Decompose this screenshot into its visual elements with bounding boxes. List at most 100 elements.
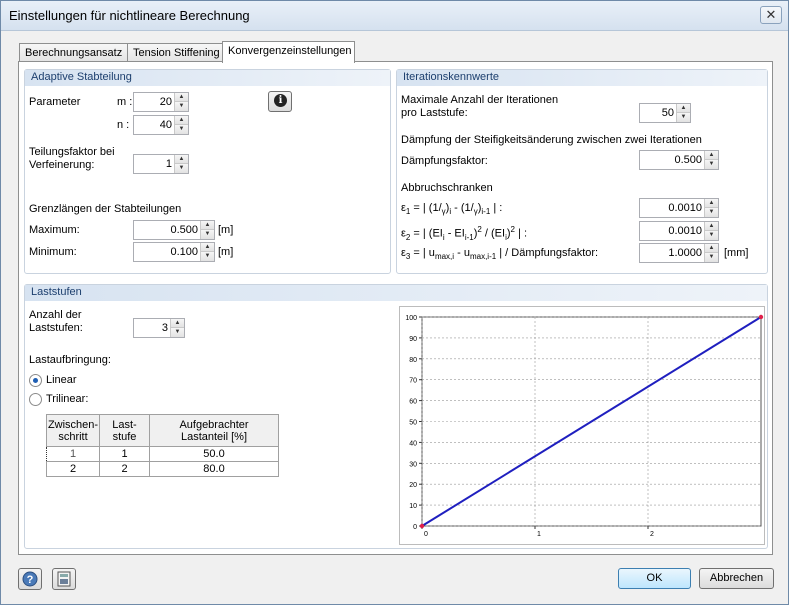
- eps3-value: 1.0000: [668, 247, 702, 259]
- spin-up-icon[interactable]: ▲: [175, 93, 188, 102]
- spin-up-icon[interactable]: ▲: [201, 221, 214, 230]
- trilinear-label[interactable]: Trilinear:: [46, 393, 88, 405]
- dialog-window: Einstellungen für nichtlineare Berechnun…: [0, 0, 789, 605]
- table-row[interactable]: 2 2 80.0: [46, 461, 279, 477]
- tab-panel-konvergenz: Adaptive Stabteilung Parameter m : 20 ▲ ▼…: [18, 61, 773, 555]
- application-label: Lastaufbringung:: [29, 354, 111, 366]
- spin-up-icon[interactable]: ▲: [705, 199, 718, 208]
- damping-title: Dämpfung der Steifigkeitsänderung zwisch…: [401, 134, 702, 146]
- tab-tension-stiffening[interactable]: Tension Stiffening: [127, 43, 223, 62]
- spin-down-icon[interactable]: ▼: [201, 230, 214, 239]
- load-diagram-frame: 0 10 20 30 40 50 60 70 80 90 100 0 1 2: [399, 306, 765, 545]
- min-label: Minimum:: [29, 246, 77, 258]
- y-tick-label: 90: [409, 336, 417, 343]
- tab-konvergenzeinstellungen[interactable]: Konvergenzeinstellungen: [222, 41, 355, 63]
- window-title: Einstellungen für nichtlineare Berechnun…: [9, 8, 250, 23]
- count-label-1: Anzahl der: [29, 309, 82, 321]
- n-spinner[interactable]: 40 ▲ ▼: [133, 115, 189, 135]
- spin-down-icon[interactable]: ▼: [175, 164, 188, 173]
- spin-up-icon[interactable]: ▲: [175, 116, 188, 125]
- max-iter-spinner[interactable]: 50 ▲ ▼: [639, 103, 691, 123]
- column-header: Aufgebrachter Lastanteil [%]: [149, 414, 279, 447]
- y-tick-label: 0: [413, 524, 417, 531]
- load-steps-table: Zwischen- schritt Last- stufe Aufgebrach…: [46, 414, 279, 477]
- spin-up-icon[interactable]: ▲: [171, 319, 184, 328]
- y-tick-label: 30: [409, 461, 417, 468]
- spin-down-icon[interactable]: ▼: [175, 125, 188, 134]
- spin-down-icon[interactable]: ▼: [705, 253, 718, 262]
- min-value: 0.100: [170, 246, 198, 258]
- limits-title: Grenzlängen der Stabteilungen: [29, 203, 182, 215]
- group-iterationskennwerte: Iterationskennwerte Maximale Anzahl der …: [396, 69, 768, 274]
- x-tick-label: 0: [424, 531, 428, 538]
- table-cell[interactable]: 1: [99, 446, 150, 462]
- spin-up-icon[interactable]: ▲: [705, 151, 718, 160]
- eps2-formula: ε2 = | (EIi - EIi-1)2 / (EIi)2 | :: [401, 225, 528, 242]
- spin-down-icon[interactable]: ▼: [201, 252, 214, 261]
- cancel-button[interactable]: Abbrechen: [699, 568, 774, 589]
- group-laststufen: Laststufen Anzahl der Laststufen: 3 ▲ ▼ L…: [24, 284, 768, 549]
- spin-down-icon[interactable]: ▼: [705, 231, 718, 240]
- linear-label[interactable]: Linear: [46, 374, 77, 386]
- column-header: Last- stufe: [99, 414, 150, 447]
- data-point: [419, 523, 425, 529]
- group-title: Laststufen: [25, 285, 767, 301]
- group-title: Iterationskennwerte: [397, 70, 767, 86]
- y-tick-label: 50: [409, 420, 417, 427]
- max-iter-label-1: Maximale Anzahl der Iterationen: [401, 94, 559, 106]
- spin-up-icon[interactable]: ▲: [705, 222, 718, 231]
- criteria-title: Abbruchschranken: [401, 182, 493, 194]
- eps2-spinner[interactable]: 0.0010 ▲ ▼: [639, 221, 719, 241]
- min-unit: [m]: [218, 246, 234, 258]
- spin-down-icon[interactable]: ▼: [705, 160, 718, 169]
- factor-value: 1: [165, 158, 172, 170]
- table-row[interactable]: 1 1 50.0: [46, 446, 279, 462]
- spin-down-icon[interactable]: ▼: [175, 102, 188, 111]
- y-tick-label: 10: [409, 503, 417, 510]
- close-button[interactable]: ✕: [760, 6, 782, 24]
- max-spinner[interactable]: 0.500 ▲ ▼: [133, 220, 215, 240]
- save-settings-button[interactable]: [52, 568, 76, 590]
- eps1-formula: ε1 = | (1/γ)i - (1/γ)i-1 | :: [401, 202, 503, 217]
- trilinear-radio[interactable]: [29, 393, 42, 406]
- max-label: Maximum:: [29, 224, 80, 236]
- eps1-spinner[interactable]: 0.0010 ▲ ▼: [639, 198, 719, 218]
- y-tick-label: 20: [409, 482, 417, 489]
- damping-spinner[interactable]: 0.500 ▲ ▼: [639, 150, 719, 170]
- table-cell[interactable]: 50.0: [149, 446, 279, 462]
- eps1-value: 0.0010: [668, 202, 702, 214]
- min-spinner[interactable]: 0.100 ▲ ▼: [133, 242, 215, 262]
- spin-up-icon[interactable]: ▲: [201, 243, 214, 252]
- max-value: 0.500: [170, 224, 198, 236]
- table-cell[interactable]: 2: [99, 461, 150, 477]
- group-title: Adaptive Stabteilung: [25, 70, 390, 86]
- m-value: 20: [159, 96, 172, 108]
- info-icon: i: [274, 94, 287, 107]
- info-button[interactable]: i: [268, 91, 292, 112]
- table-cell[interactable]: 1: [46, 446, 100, 462]
- m-spinner[interactable]: 20 ▲ ▼: [133, 92, 189, 112]
- table-header-row: Zwischen- schritt Last- stufe Aufgebrach…: [46, 414, 279, 447]
- load-diagram-chart: 0 10 20 30 40 50 60 70 80 90 100 0 1 2: [405, 314, 764, 538]
- load-count-spinner[interactable]: 3 ▲ ▼: [133, 318, 185, 338]
- spin-down-icon[interactable]: ▼: [171, 328, 184, 337]
- y-tick-label: 60: [409, 399, 417, 406]
- help-icon: ?: [22, 571, 38, 587]
- n-label: n :: [117, 119, 130, 131]
- spin-down-icon[interactable]: ▼: [677, 113, 690, 122]
- table-cell[interactable]: 2: [46, 461, 100, 477]
- save-settings-icon: [57, 571, 71, 587]
- spin-up-icon[interactable]: ▲: [175, 155, 188, 164]
- linear-radio[interactable]: [29, 374, 42, 387]
- spin-down-icon[interactable]: ▼: [705, 208, 718, 217]
- ok-button[interactable]: OK: [618, 568, 691, 589]
- x-tick-label: 1: [537, 531, 541, 538]
- spin-up-icon[interactable]: ▲: [677, 104, 690, 113]
- eps3-spinner[interactable]: 1.0000 ▲ ▼: [639, 243, 719, 263]
- spin-up-icon[interactable]: ▲: [705, 244, 718, 253]
- help-button[interactable]: ?: [18, 568, 42, 590]
- table-cell[interactable]: 80.0: [149, 461, 279, 477]
- y-tick-label: 70: [409, 378, 417, 385]
- tab-berechnungsansatz[interactable]: Berechnungsansatz: [19, 43, 128, 62]
- factor-spinner[interactable]: 1 ▲ ▼: [133, 154, 189, 174]
